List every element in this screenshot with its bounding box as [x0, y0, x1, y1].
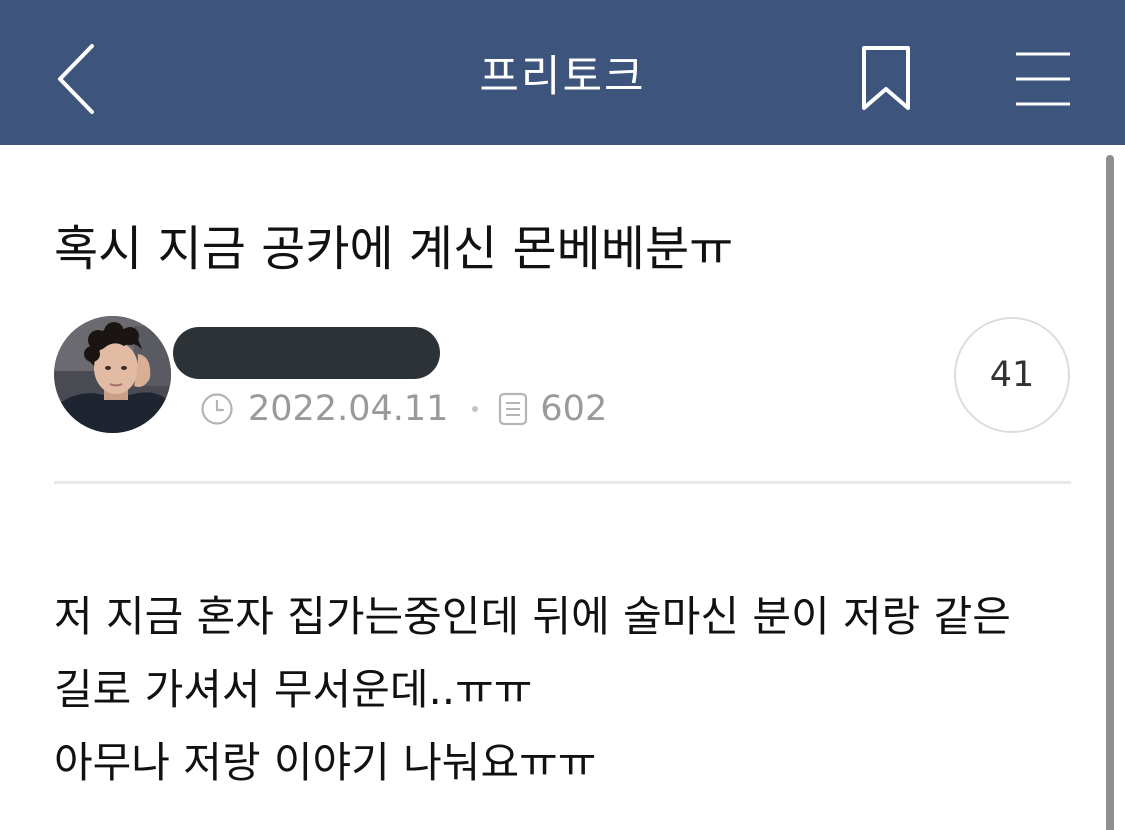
meta-separator-dot: [472, 406, 479, 412]
view-count: 602: [540, 389, 608, 429]
post-date: 2022.04.11: [248, 389, 449, 429]
bookmark-icon[interactable]: [857, 45, 915, 111]
vertical-scrollbar[interactable]: [1106, 155, 1114, 830]
post-page: 프리토크 혹시 지금 공카에 계신 몬베베분ㅠ 2022.04.11 602 4…: [0, 0, 1125, 830]
top-app-bar: 프리토크: [0, 0, 1125, 145]
post-title: 혹시 지금 공카에 계신 몬베베분ㅠ: [54, 221, 734, 277]
document-icon: [499, 392, 528, 426]
board-title: 프리토크: [479, 52, 646, 102]
clock-icon: [201, 393, 233, 425]
post-body-line: 길로 가셔서 무서운데..ㅠㅠ: [54, 665, 533, 714]
hamburger-menu-icon[interactable]: [1012, 50, 1074, 108]
post-body-line: 아무나 저랑 이야기 나눠요ㅠㅠ: [54, 738, 597, 787]
post-body-line: 저 지금 혼자 집가는중인데 뒤에 술마신 분이 저랑 같은: [54, 592, 1011, 641]
profile-photo-icon: [54, 316, 171, 433]
author-avatar[interactable]: [54, 316, 171, 433]
author-name-redacted[interactable]: [173, 327, 440, 379]
post-body: 저 지금 혼자 집가는중인데 뒤에 술마신 분이 저랑 같은 길로 가셔서 무서…: [54, 580, 1084, 799]
comment-count-button[interactable]: 41: [954, 317, 1070, 433]
comment-count-label: 41: [989, 355, 1035, 395]
header-divider: [54, 481, 1071, 484]
post-meta: 2022.04.11 602: [200, 386, 607, 432]
